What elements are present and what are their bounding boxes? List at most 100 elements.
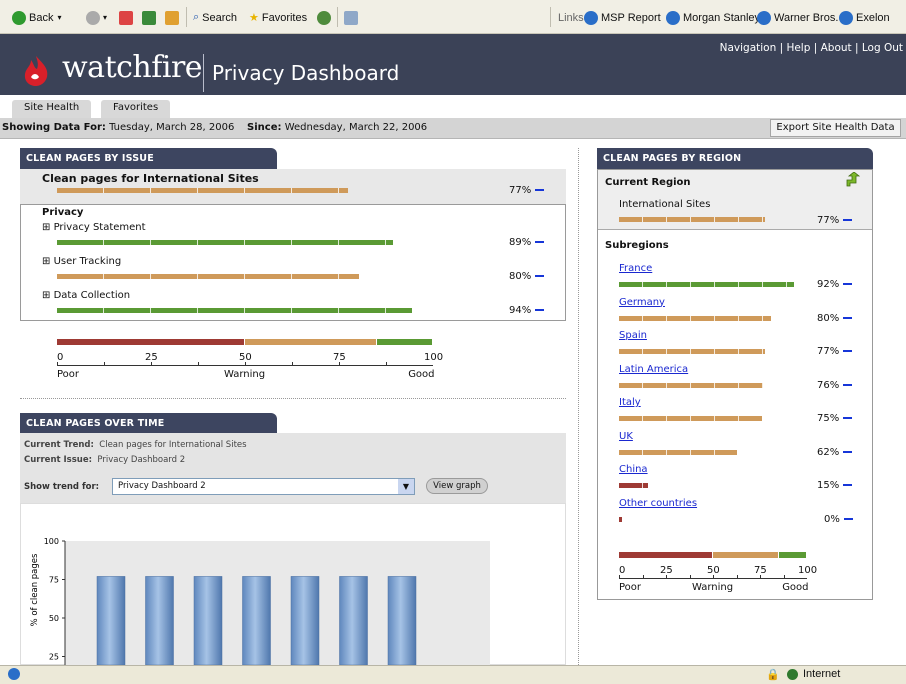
pct-text: 75% [817, 413, 840, 424]
toolbar-separator [550, 7, 551, 27]
subregion-pct: 76% [817, 380, 853, 391]
browser-status-bar: 🔒 Internet [0, 665, 906, 684]
search-button[interactable]: ⌕ Search [193, 9, 237, 26]
watchfire-flame-icon [24, 56, 48, 86]
subregion-bar [619, 483, 648, 488]
scale-tick [666, 575, 667, 578]
scale-segment [713, 552, 778, 558]
pct-text: 0% [824, 513, 840, 525]
subregion-link[interactable]: Italy [619, 397, 641, 408]
current-region-pct: 77% [817, 215, 853, 226]
chart-bar [145, 576, 174, 665]
zone-label: Internet [803, 668, 841, 680]
chevron-down-icon[interactable]: ▼ [398, 479, 414, 494]
expand-plus-icon[interactable]: ⊞ [42, 290, 54, 301]
favorites-button[interactable]: ★ Favorites [249, 9, 307, 26]
stop-button[interactable] [119, 9, 136, 26]
globe-icon [787, 669, 798, 680]
subregion-link[interactable]: France [619, 263, 652, 274]
collapse-dash-icon[interactable] [843, 517, 853, 520]
subregions-label: Subregions [605, 240, 669, 251]
forward-button[interactable]: ▾ [86, 9, 107, 26]
subregion-link[interactable]: China [619, 464, 648, 475]
scale-segment [778, 552, 806, 558]
chart-bar [339, 576, 368, 665]
collapse-dash-icon[interactable] [843, 219, 853, 221]
current-region-name: International Sites [619, 199, 711, 210]
subregion-bar [619, 516, 622, 522]
collapse-dash-icon[interactable] [843, 283, 853, 285]
scale-segment [619, 552, 712, 558]
subregion-link[interactable]: UK [619, 431, 633, 442]
expand-plus-icon[interactable]: ⊞ [42, 222, 54, 233]
scale-word: Good [408, 369, 435, 380]
history-button[interactable] [317, 9, 334, 26]
collapse-dash-icon[interactable] [535, 275, 545, 277]
current-region-bar [619, 217, 765, 222]
search-icon: ⌕ [193, 11, 200, 23]
subregion-link[interactable]: Germany [619, 297, 665, 308]
scale-tick [689, 575, 691, 578]
subregion-pct: 0% [824, 514, 853, 525]
tab-site-health[interactable]: Site Health [12, 100, 92, 118]
browser-toolbar: Back ▾ ▾ ⌕ Search ★ Favorites Links MSP … [0, 0, 906, 34]
summary-bar [57, 188, 348, 193]
home-icon [165, 10, 179, 25]
collapse-dash-icon[interactable] [535, 189, 545, 191]
stop-icon [119, 10, 133, 25]
collapse-dash-icon[interactable] [843, 484, 853, 486]
collapse-dash-icon[interactable] [843, 450, 853, 453]
link-msp-report[interactable]: MSP Report [584, 9, 661, 26]
subregion-pct: 15% [817, 480, 853, 491]
subregion-bar [619, 315, 771, 321]
scale-segment [376, 339, 432, 345]
subregion-link[interactable]: Latin America [619, 364, 688, 375]
issue-item-bar [57, 274, 359, 279]
link-warner-bros[interactable]: Warner Bros. [757, 9, 838, 26]
refresh-button[interactable] [142, 9, 159, 26]
issue-item-label[interactable]: ⊞ User Tracking [42, 256, 121, 267]
scale-tick-label: 100 [424, 352, 444, 363]
ie-page-icon [757, 10, 771, 25]
column-divider [578, 148, 579, 665]
subregion-bar [619, 416, 762, 421]
back-button[interactable]: Back ▾ [12, 9, 61, 26]
collapse-dash-icon[interactable] [535, 241, 545, 243]
subregion-link[interactable]: Spain [619, 330, 647, 341]
section-divider [20, 398, 566, 399]
scale-tick [245, 362, 246, 365]
pct-text: 94% [509, 305, 532, 316]
issue-item-label[interactable]: ⊞ Privacy Statement [42, 222, 146, 233]
link-exelon[interactable]: Exelon [839, 9, 890, 26]
trend-select[interactable]: Privacy Dashboard 2 ▼ [112, 478, 415, 495]
subregion-pct: 62% [817, 447, 853, 458]
export-button[interactable]: Export Site Health Data [770, 119, 901, 137]
star-icon: ★ [249, 12, 259, 24]
chart-bar [290, 576, 320, 665]
subregion-bar [619, 382, 763, 388]
up-level-icon[interactable] [844, 172, 860, 188]
link-morgan-stanley[interactable]: Morgan Stanley [666, 9, 760, 26]
subregion-link[interactable]: Other countries [619, 498, 697, 509]
home-button[interactable] [165, 9, 182, 26]
scale-tick [57, 362, 58, 365]
nav-links[interactable]: Navigation | Help | About | Log Out [720, 42, 903, 54]
collapse-dash-icon[interactable] [843, 316, 853, 319]
pct-text: 92% [817, 279, 840, 290]
expand-plus-icon[interactable]: ⊞ [42, 256, 54, 267]
current-region-label: Current Region [605, 177, 691, 188]
view-graph-button[interactable]: View graph [426, 478, 488, 494]
scale-tick [619, 575, 620, 578]
chart-bar [242, 576, 271, 665]
collapse-dash-icon[interactable] [843, 350, 853, 352]
collapse-dash-icon[interactable] [843, 383, 853, 386]
scale-tick [760, 575, 761, 578]
current-trend: Current Trend: Clean pages for Internati… [24, 440, 247, 450]
tab-favorites[interactable]: Favorites [101, 100, 171, 118]
pct-text: 80% [817, 312, 840, 324]
collapse-dash-icon[interactable] [843, 417, 853, 419]
collapse-dash-icon[interactable] [535, 309, 545, 311]
mail-button[interactable] [344, 9, 361, 26]
issue-item-label[interactable]: ⊞ Data Collection [42, 290, 130, 301]
scale-word: Warning [692, 582, 734, 593]
